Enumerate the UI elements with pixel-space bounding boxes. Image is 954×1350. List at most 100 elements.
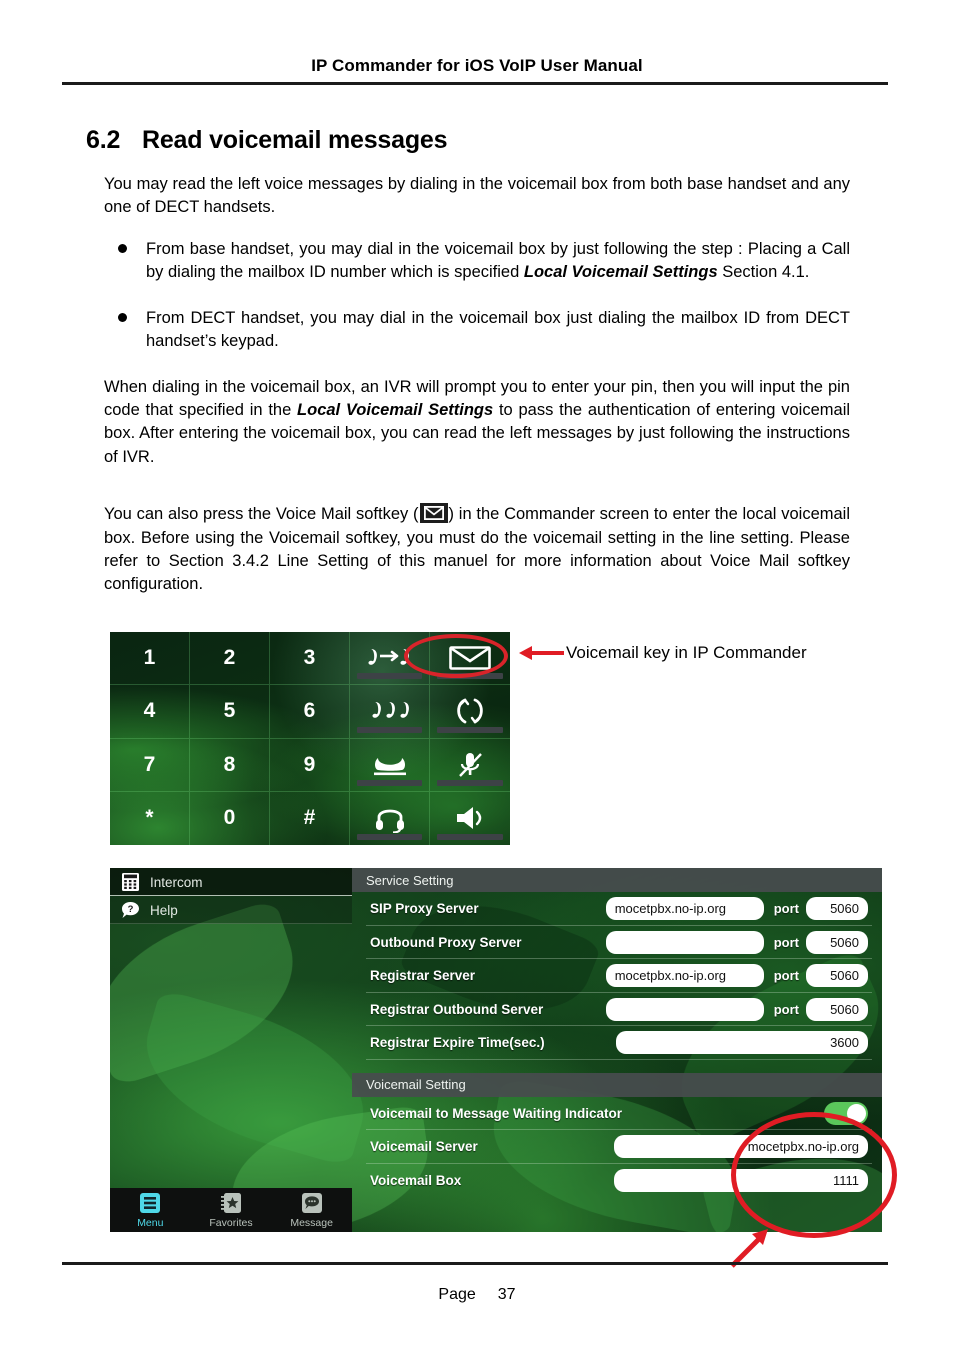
table-row: Registrar Expire Time(sec.) 3600 — [352, 1026, 882, 1060]
footer-rule — [62, 1262, 888, 1265]
key-label: 5 — [223, 699, 236, 723]
mwi-toggle[interactable] — [824, 1101, 868, 1125]
keypad-key-0[interactable]: 0 — [190, 791, 270, 845]
row-label: Outbound Proxy Server — [370, 934, 522, 950]
table-row: Voicemail Server mocetpbx.no-ip.org — [352, 1130, 882, 1164]
row-label: Registrar Expire Time(sec.) — [370, 1035, 545, 1051]
registrar-server-input[interactable]: mocetpbx.no-ip.org — [605, 964, 764, 988]
svg-text:?: ? — [127, 904, 133, 915]
keypad-figure: 1 2 3 4 5 6 7 8 9 * 0 # — [110, 632, 510, 845]
settings-left-panel: Intercom ? Help Menu Favorites Message — [110, 868, 352, 1232]
key-underbar — [357, 673, 422, 680]
outbound-proxy-server-input[interactable] — [605, 930, 764, 954]
key-label: 6 — [303, 699, 316, 723]
voicemail-envelope-icon[interactable] — [430, 632, 510, 686]
page-footer: Page 37 — [0, 1286, 954, 1304]
keypad-key-1[interactable]: 1 — [110, 632, 190, 686]
outbound-proxy-port-input[interactable]: 5060 — [806, 930, 868, 954]
key-label: 1 — [143, 646, 156, 670]
headset-icon[interactable] — [350, 791, 430, 845]
softkey-paragraph: You can also press the Voice Mail softke… — [0, 503, 954, 597]
keypad-key-9[interactable]: 9 — [270, 738, 350, 792]
voicemail-box-input[interactable]: 1111 — [614, 1168, 868, 1192]
key-label: # — [303, 806, 316, 830]
bullet-list: From base handset, you may dial in the v… — [0, 238, 954, 354]
sip-proxy-server-input[interactable]: mocetpbx.no-ip.org — [605, 897, 764, 921]
table-row: Voicemail to Message Waiting Indicator — [352, 1097, 882, 1130]
keypad-key-6[interactable]: 6 — [270, 685, 350, 739]
registrar-outbound-port-input[interactable]: 5060 — [806, 997, 868, 1021]
keypad-key-4[interactable]: 4 — [110, 685, 190, 739]
keypad-key-5[interactable]: 5 — [190, 685, 270, 739]
registrar-port-input[interactable]: 5060 — [806, 964, 868, 988]
section-heading-text: Read voicemail messages — [142, 126, 448, 154]
key-underbar — [437, 726, 503, 733]
help-bubble-icon: ? — [120, 900, 140, 920]
key-label: 0 — [223, 806, 236, 830]
port-label: port — [773, 901, 799, 917]
key-label: 3 — [303, 646, 316, 670]
table-row: Outbound Proxy Server port 5060 — [352, 926, 882, 959]
port-label: port — [773, 934, 799, 950]
row-label: Registrar Outbound Server — [370, 1001, 544, 1017]
key-label: 9 — [303, 752, 316, 776]
voicemail-setting-header: Voicemail Setting — [352, 1072, 882, 1097]
page-label: Page — [438, 1286, 476, 1303]
tab-menu[interactable]: Menu — [115, 1191, 185, 1229]
row-label: Voicemail Box — [370, 1172, 462, 1188]
key-underbar — [437, 779, 503, 786]
end-call-icon[interactable] — [350, 738, 430, 792]
table-row: Registrar Outbound Server port 5060 — [352, 993, 882, 1026]
registrar-expire-time-input[interactable]: 3600 — [616, 1031, 868, 1055]
bottom-tab-bar: Menu Favorites Message — [110, 1188, 352, 1232]
table-row: Registrar Server mocetpbx.no-ip.org port… — [352, 959, 882, 993]
mute-microphone-icon[interactable] — [430, 739, 510, 792]
voicemail-server-input[interactable]: mocetpbx.no-ip.org — [614, 1135, 868, 1159]
registrar-outbound-server-input[interactable] — [605, 997, 764, 1021]
sidebar-item-intercom[interactable]: Intercom — [110, 868, 352, 896]
sidebar-item-label: Intercom — [150, 874, 203, 890]
key-underbar — [437, 834, 503, 840]
tab-favorites[interactable]: Favorites — [196, 1191, 266, 1229]
bullet-dot-icon — [118, 243, 127, 253]
key-underbar — [357, 779, 422, 786]
toggle-knob — [847, 1103, 866, 1123]
page-header-title: IP Commander for iOS VoIP User Manual — [311, 56, 643, 75]
table-row: SIP Proxy Server mocetpbx.no-ip.org port… — [352, 892, 882, 926]
speaker-icon[interactable] — [430, 792, 510, 845]
keypad-key-2[interactable]: 2 — [190, 632, 270, 686]
voicemail-annotation-label: Voicemail key in IP Commander — [566, 643, 807, 662]
keypad-key-star[interactable]: * — [110, 791, 190, 845]
conference-icon[interactable] — [350, 685, 430, 739]
call-transfer-icon[interactable] — [350, 632, 430, 686]
hold-swap-icon[interactable] — [430, 685, 510, 739]
settings-right-panel: Service Setting SIP Proxy Server mocetpb… — [352, 868, 882, 1232]
favorites-star-icon — [219, 1191, 243, 1215]
bullet-text-part1: From DECT handset, you may dial in the v… — [146, 308, 850, 351]
key-underbar — [357, 726, 422, 733]
key-label: * — [145, 806, 154, 830]
keypad-key-8[interactable]: 8 — [190, 738, 270, 792]
port-label: port — [773, 968, 799, 984]
ip-commander-settings-screenshot: Intercom ? Help Menu Favorites Message S… — [110, 868, 882, 1232]
row-label: Voicemail Server — [370, 1139, 478, 1155]
message-bubble-icon — [300, 1191, 324, 1215]
tab-label: Message — [290, 1217, 333, 1229]
keypad-key-7[interactable]: 7 — [110, 738, 190, 792]
sip-proxy-port-input[interactable]: 5060 — [806, 897, 868, 921]
divider — [366, 1058, 872, 1060]
ivr-paragraph: When dialing in the voicemail box, an IV… — [0, 376, 954, 470]
document-body: 6.2 Read voicemail messages You may read … — [0, 126, 954, 613]
row-label: Voicemail to Message Waiting Indicator — [370, 1105, 623, 1121]
voicemail-annotation-arrow-icon — [519, 646, 564, 660]
voicemail-envelope-icon — [419, 503, 448, 524]
tab-label: Menu — [137, 1217, 164, 1229]
key-label: 2 — [223, 646, 236, 670]
bullet-emphasis: Local Voicemail Settings — [523, 263, 718, 282]
sidebar-item-help[interactable]: ? Help — [110, 896, 352, 924]
tab-message[interactable]: Message — [277, 1191, 347, 1229]
keypad-key-3[interactable]: 3 — [270, 632, 350, 686]
keypad-key-hash[interactable]: # — [270, 791, 350, 845]
divider — [110, 923, 352, 924]
list-item: From DECT handset, you may dial in the v… — [0, 307, 954, 354]
